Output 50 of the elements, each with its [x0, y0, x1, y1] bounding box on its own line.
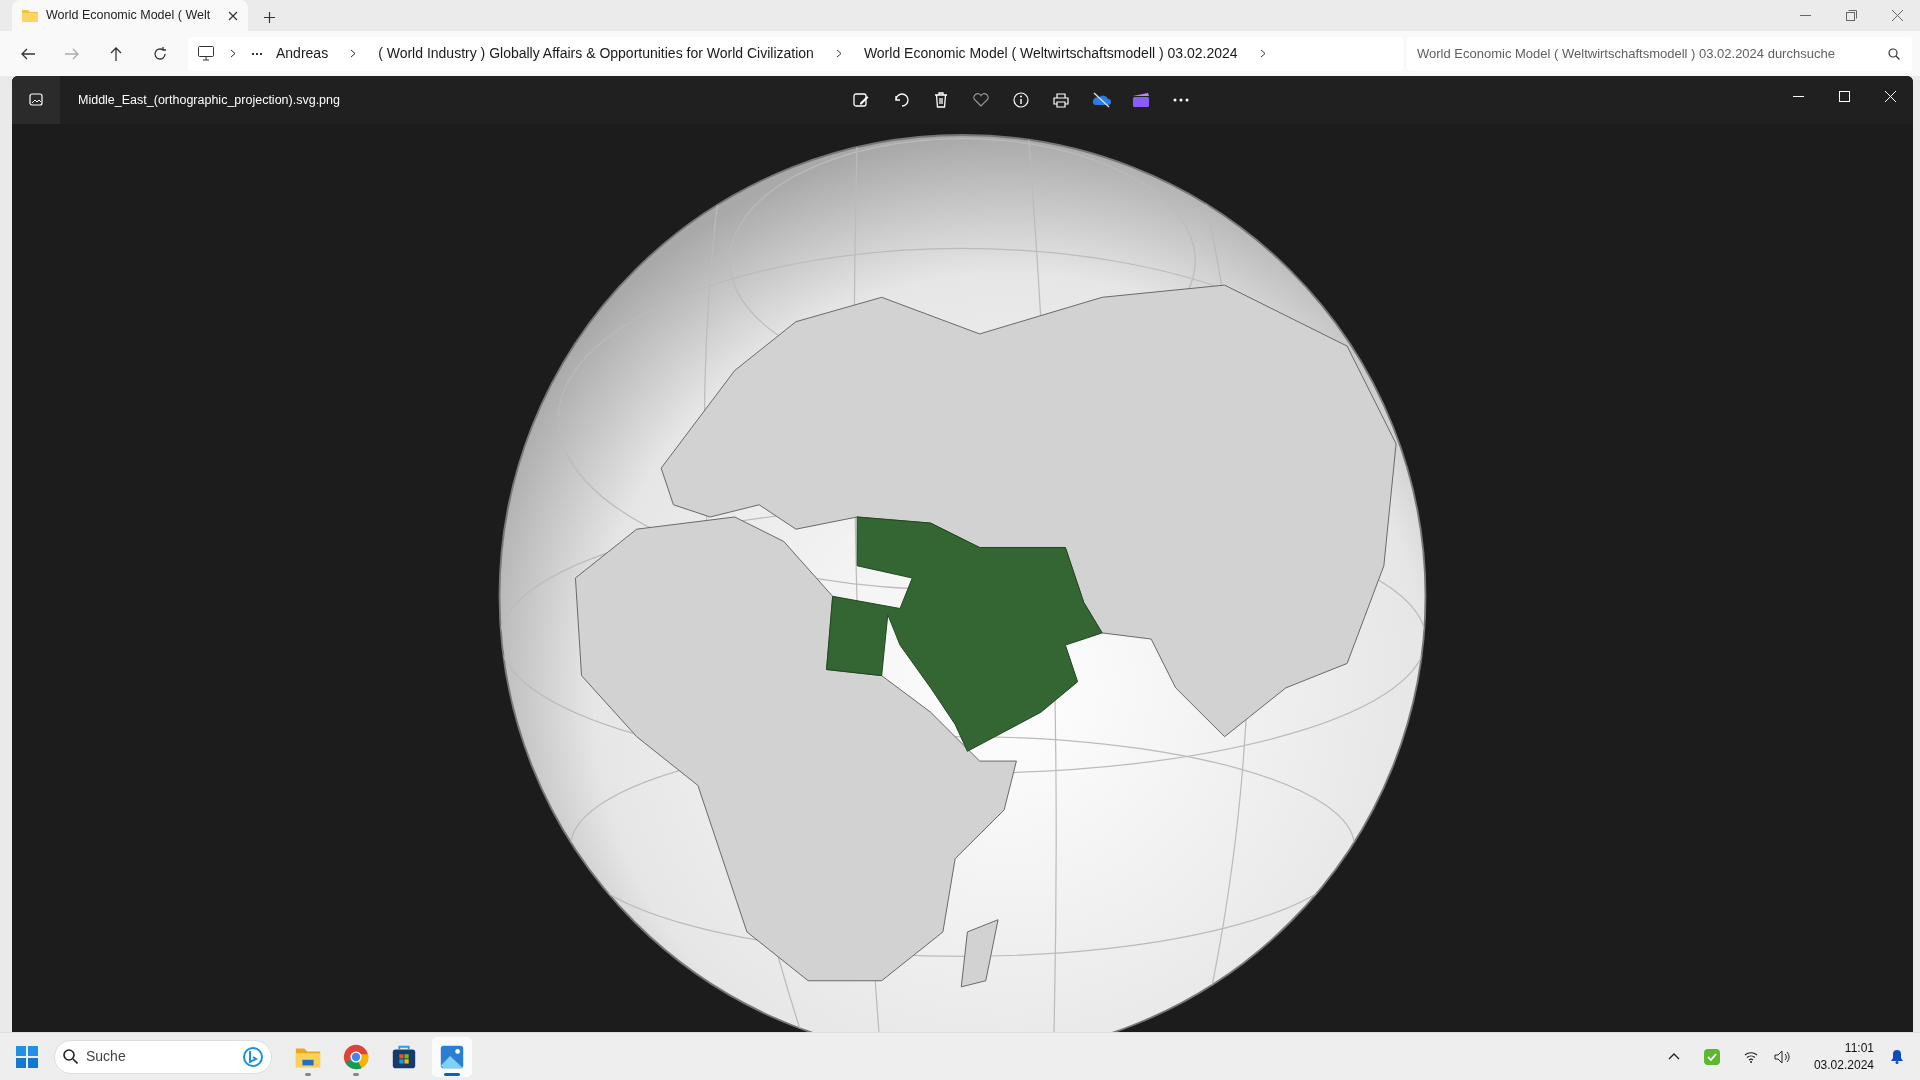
more-icon [1173, 98, 1189, 102]
tab-title: World Economic Model ( Welt [46, 7, 212, 25]
heart-icon [973, 93, 989, 107]
clapperboard-icon [1132, 92, 1150, 108]
monitor-icon [198, 46, 214, 61]
browser-tab[interactable]: World Economic Model ( Welt [12, 0, 248, 31]
chevron-icon [350, 49, 357, 58]
browser-icon [342, 1042, 370, 1071]
search-icon [63, 1049, 78, 1064]
search-icon [1888, 47, 1900, 60]
restore-icon [1845, 10, 1857, 21]
clock-time[interactable]: 11:01 [1813, 1040, 1874, 1057]
image-icon [29, 93, 43, 107]
speaker-icon[interactable] [1773, 1049, 1790, 1064]
folder-icon [22, 9, 38, 22]
shield-check-icon[interactable] [1703, 1048, 1720, 1065]
search-field[interactable]: World Economic Model ( Weltwirtschaftsmodell ) 03.02.2024 durchsuche [1407, 36, 1912, 71]
bell-icon[interactable] [1890, 1049, 1904, 1064]
taskbar-search-field[interactable]: Suche [54, 1039, 272, 1074]
chevron-up-icon[interactable] [1667, 1053, 1680, 1060]
breadcrumb-link[interactable]: ( World Industry ) Globally Affairs & Opportunities for World Civilization [372, 43, 820, 64]
arrow-left-icon [21, 47, 35, 60]
clock-date[interactable]: 03.02.2024 [1813, 1056, 1874, 1073]
close-icon [1884, 90, 1896, 102]
start-button[interactable] [16, 1045, 38, 1068]
cloud-off-icon [1091, 92, 1111, 108]
chevron-icon [835, 49, 842, 58]
rotate-icon [893, 92, 909, 108]
photos-app-button[interactable] [12, 76, 60, 124]
bing-icon[interactable] [243, 1046, 263, 1067]
chevron-icon [230, 49, 236, 58]
square-icon [1838, 90, 1850, 102]
plus-icon[interactable] [264, 12, 275, 23]
arrow-up-icon [110, 46, 122, 61]
address-bar[interactable]: Andreas ( World Industry ) Globally Affairs & Opportunities for World Civilization World Economic Model ( Weltwirtschaftsmodell ) 03.02.2024 [188, 36, 1403, 71]
file-name: Middle_East_(orthographic_projection).svg.png [78, 91, 340, 109]
image-edit-icon [853, 92, 869, 108]
refresh-icon [153, 46, 167, 61]
breadcrumb-link[interactable]: World Economic Model ( Weltwirtschaftsmodell ) 03.02.2024 [857, 43, 1244, 64]
taskbar-app-button[interactable] [432, 1036, 472, 1077]
chevron-icon [1259, 49, 1266, 58]
printer-icon [1053, 92, 1069, 108]
close-icon [1891, 10, 1903, 21]
close-icon[interactable] [228, 10, 238, 21]
trash-icon [934, 92, 948, 108]
breadcrumb-link[interactable]: Andreas [270, 43, 335, 64]
wifi-icon[interactable] [1743, 1050, 1758, 1063]
more-icon[interactable] [252, 52, 262, 55]
arrow-right-icon [65, 47, 79, 60]
info-icon [1013, 92, 1029, 108]
